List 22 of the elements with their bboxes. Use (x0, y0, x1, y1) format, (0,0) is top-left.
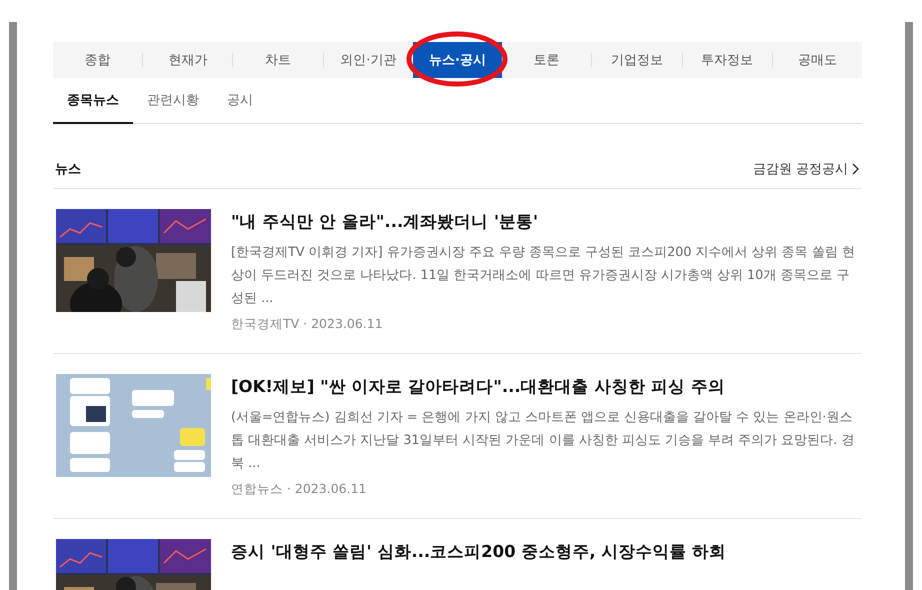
article-title[interactable]: [OK!제보] "싼 이자로 갈아타려다"...대환대출 사칭한 피싱 주의 (231, 376, 859, 398)
tab[interactable]: 종합 (53, 42, 142, 78)
tab[interactable]: 차트 (233, 42, 323, 78)
subtab[interactable]: 공시 (213, 78, 267, 124)
chevron-right-icon (851, 163, 860, 175)
tab[interactable]: 토론 (502, 42, 592, 78)
article-summary: (서울=연합뉴스) 김희선 기자 = 은행에 가지 않고 스마트폰 앱으로 신용대출을 갈아탈 수 있는 온라인·원스톱 대환대출 서비스가 지난달 31일부터 시작된 가운데 이를 사칭한 피싱도 기승을 부려 주의가 요망된다. 경북 ... (231, 409, 856, 473)
tab[interactable]: 외인·기관 (324, 42, 413, 78)
tab[interactable]: 뉴스·공시 (412, 42, 502, 78)
tab[interactable]: 현재가 (143, 42, 232, 78)
subtab[interactable]: 종목뉴스 (53, 78, 133, 124)
article-title[interactable]: "내 주식만 안 올라"...계좌봤더니 '분통' (231, 211, 859, 233)
disclosure-link[interactable]: 금감원 공정공시 (752, 160, 860, 178)
section-title: 뉴스 (55, 161, 81, 178)
tab[interactable]: 공매도 (772, 42, 862, 78)
article-source: 연합뉴스 · 2023.06.11 (231, 481, 368, 498)
article-title[interactable]: 증시 '대형주 쏠림' 심화...코스피200 중소형주, 시장수익률 하회 (231, 541, 859, 563)
article-summary: [한국경제TV 이휘경 기자] 유가증권시장 주요 우량 종목으로 구성된 코스피200 지수에서 상위 종목 쏠림 현상이 두드러진 것으로 나타났다. 11일 한국거래소에 따르면 유가증권시장 시가총액 상위 10개 종목으로 구성된 ... (231, 244, 856, 308)
tab[interactable]: 기업정보 (592, 42, 682, 78)
article-source: 한국경제TV · 2023.06.11 (231, 316, 384, 333)
tab[interactable]: 투자정보 (682, 42, 772, 78)
subtab[interactable]: 관련시황 (133, 78, 213, 124)
